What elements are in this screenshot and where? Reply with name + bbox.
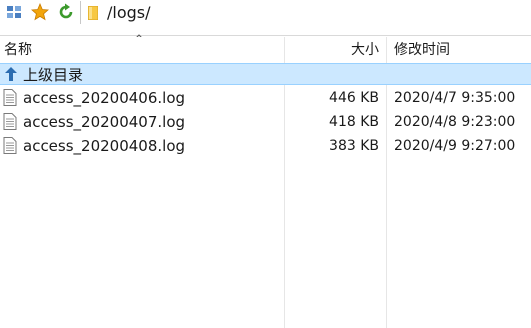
file-row[interactable]: access_20200408.log 383 KB 2020/4/9 9:27… xyxy=(0,134,531,157)
folder-icon xyxy=(88,5,98,20)
star-icon xyxy=(31,3,49,21)
column-header: 名称 大小 修改时间 xyxy=(0,37,531,61)
file-icon xyxy=(3,137,17,154)
column-modified-header[interactable]: 修改时间 xyxy=(394,37,450,61)
file-name: access_20200408.log xyxy=(23,136,186,155)
file-modified: 2020/4/8 9:23:00 xyxy=(394,113,516,130)
parent-directory-row[interactable]: 上级目录 xyxy=(0,63,531,85)
file-row[interactable]: access_20200407.log 418 KB 2020/4/8 9:23… xyxy=(0,110,531,133)
file-row[interactable]: access_20200406.log 446 KB 2020/4/7 9:35… xyxy=(0,86,531,109)
file-modified: 2020/4/7 9:35:00 xyxy=(394,89,516,106)
file-name: access_20200407.log xyxy=(23,112,186,131)
toolbar-divider xyxy=(0,35,531,36)
toolbar: /logs/ xyxy=(0,0,531,26)
parent-directory-label: 上级目录 xyxy=(23,65,84,84)
root-nav-button[interactable] xyxy=(4,2,24,22)
file-size: 446 KB xyxy=(329,89,379,106)
file-size: 418 KB xyxy=(329,113,379,130)
column-name-header[interactable]: 名称 xyxy=(4,37,32,61)
refresh-button[interactable] xyxy=(56,2,76,22)
up-arrow-icon xyxy=(5,67,17,81)
file-size: 383 KB xyxy=(329,137,379,154)
file-icon xyxy=(3,89,17,106)
column-size-header[interactable]: 大小 xyxy=(351,37,379,61)
tree-icon xyxy=(7,6,21,18)
path-input[interactable]: /logs/ xyxy=(107,3,151,22)
file-icon xyxy=(3,113,17,130)
file-name: access_20200406.log xyxy=(23,88,186,107)
refresh-icon xyxy=(59,3,73,19)
bookmark-button[interactable] xyxy=(30,2,50,22)
path-bar[interactable]: /logs/ xyxy=(80,1,531,24)
file-modified: 2020/4/9 9:27:00 xyxy=(394,137,516,154)
